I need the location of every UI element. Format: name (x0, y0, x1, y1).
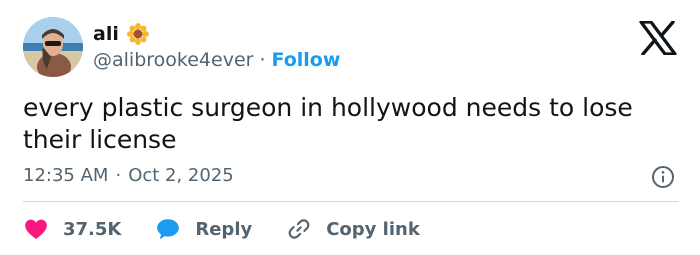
tweet-time[interactable]: 12:35 AM (23, 164, 108, 188)
tweet-meta: 12:35 AM · Oct 2, 2025 (23, 164, 234, 188)
speech-bubble-icon (155, 216, 181, 242)
like-count: 37.5K (63, 218, 122, 240)
info-icon[interactable] (651, 165, 675, 189)
author-handle[interactable]: @alibrooke4ever (93, 49, 253, 71)
link-icon (286, 216, 312, 242)
divider (23, 201, 679, 202)
like-button[interactable]: 37.5K (23, 216, 121, 242)
copy-link-label: Copy link (326, 218, 420, 240)
sunflower-icon (126, 23, 149, 45)
separator-dot: · (115, 165, 122, 186)
tweet-actions: 37.5K Reply Copy link (23, 214, 420, 244)
author-name-row: ali (93, 22, 149, 46)
separator-dot: · (259, 49, 266, 71)
author-handle-row: @alibrooke4ever · Follow (93, 48, 340, 72)
heart-icon (23, 216, 49, 242)
tweet-date[interactable]: Oct 2, 2025 (128, 164, 234, 188)
avatar[interactable] (23, 17, 83, 77)
x-logo-icon[interactable] (639, 20, 677, 56)
tweet-text: every plastic surgeon in hollywood needs… (23, 93, 633, 154)
follow-button[interactable]: Follow (272, 49, 341, 71)
reply-label: Reply (195, 218, 253, 240)
author-display-name[interactable]: ali (93, 22, 119, 46)
reply-button[interactable]: Reply (155, 216, 252, 242)
copy-link-button[interactable]: Copy link (286, 216, 420, 242)
